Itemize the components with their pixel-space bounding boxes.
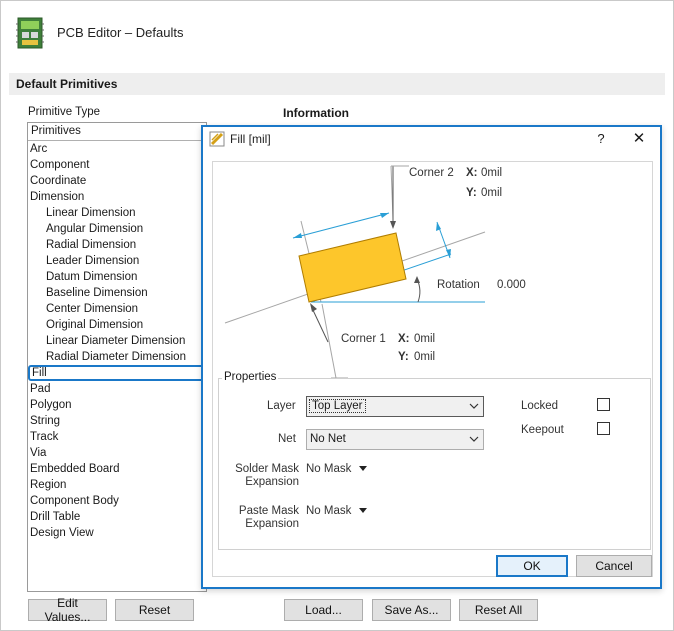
chevron-down-icon xyxy=(469,436,479,442)
list-item[interactable]: Leader Dimension xyxy=(28,253,206,269)
corner2-y-value[interactable]: 0mil xyxy=(481,187,502,199)
corner2-x-label: X: xyxy=(466,167,478,179)
locked-label: Locked xyxy=(521,400,559,412)
list-item[interactable]: Track xyxy=(28,429,206,445)
section-title: Default Primitives xyxy=(16,77,118,91)
paste-mask-label-line2: Expansion xyxy=(245,518,299,530)
reset-button[interactable]: Reset xyxy=(115,599,194,621)
list-item[interactable]: Component xyxy=(28,157,206,173)
list-item[interactable]: Drill Table xyxy=(28,509,206,525)
list-item[interactable]: Pad xyxy=(28,381,206,397)
list-item[interactable]: Linear Diameter Dimension xyxy=(28,333,206,349)
cancel-button[interactable]: Cancel xyxy=(576,555,652,577)
corner2-label: Corner 2 xyxy=(409,167,454,179)
reset-all-label: Reset All xyxy=(474,603,523,617)
fill-tool-icon xyxy=(209,131,225,147)
list-header-label: Primitives xyxy=(31,125,81,137)
list-item[interactable]: Coordinate xyxy=(28,173,206,189)
list-item[interactable]: Angular Dimension xyxy=(28,221,206,237)
layer-value: Top Layer xyxy=(309,399,366,413)
list-item[interactable]: Original Dimension xyxy=(28,317,206,333)
solder-mask-dropdown-icon[interactable] xyxy=(359,466,367,472)
fill-diagram xyxy=(224,165,486,379)
list-item[interactable]: Via xyxy=(28,445,206,461)
edit-values-button[interactable]: Edit Values... xyxy=(28,596,107,624)
save-as-button[interactable]: Save As... xyxy=(372,599,451,621)
save-as-label: Save As... xyxy=(384,603,439,617)
keepout-checkbox[interactable] xyxy=(597,422,610,435)
pcb-editor-icon xyxy=(16,16,44,50)
list-item[interactable]: Arc xyxy=(28,141,206,157)
list-item[interactable]: Fill xyxy=(28,365,206,381)
list-item[interactable]: Region xyxy=(28,477,206,493)
corner1-x-value[interactable]: 0mil xyxy=(414,333,435,345)
load-label: Load... xyxy=(305,603,342,617)
properties-title: Properties xyxy=(222,371,279,383)
list-header[interactable]: Primitives xyxy=(28,123,206,141)
corner1-y-value[interactable]: 0mil xyxy=(414,351,435,363)
help-button[interactable]: ? xyxy=(591,129,611,149)
corner2-x-value[interactable]: 0mil xyxy=(481,167,502,179)
keepout-label: Keepout xyxy=(521,424,564,436)
information-label: Information xyxy=(283,106,349,120)
reset-label: Reset xyxy=(138,603,171,617)
net-value: No Net xyxy=(310,433,346,445)
paste-mask-dropdown-icon[interactable] xyxy=(359,508,367,514)
locked-checkbox[interactable] xyxy=(597,398,610,411)
corner1-y-label: Y: xyxy=(398,351,409,363)
list-item[interactable]: Polygon xyxy=(28,397,206,413)
list-item[interactable]: Design View xyxy=(28,525,206,541)
list-item[interactable]: Radial Dimension xyxy=(28,237,206,253)
reset-all-button[interactable]: Reset All xyxy=(459,599,538,621)
solder-mask-value[interactable]: No Mask xyxy=(306,463,351,475)
list-item[interactable]: Radial Diameter Dimension xyxy=(28,349,206,365)
solder-mask-label-line2: Expansion xyxy=(245,476,299,488)
cancel-label: Cancel xyxy=(595,559,633,573)
close-icon[interactable]: ✕ xyxy=(628,129,650,149)
dialog-title: Fill [mil] xyxy=(230,132,271,146)
rotation-value[interactable]: 0.000 xyxy=(497,279,526,291)
fill-dialog: Fill [mil] ? ✕ Corner 2 X: 0mil Y: 0mil … xyxy=(201,125,662,589)
paste-mask-label: Paste Mask Expansion xyxy=(235,505,299,531)
list-item[interactable]: Center Dimension xyxy=(28,301,206,317)
list-item[interactable]: Embedded Board xyxy=(28,461,206,477)
layer-label: Layer xyxy=(267,400,296,412)
solder-mask-label: Solder Mask Expansion xyxy=(235,463,299,489)
list-item[interactable]: Dimension xyxy=(28,189,206,205)
paste-mask-value[interactable]: No Mask xyxy=(306,505,351,517)
corner1-label: Corner 1 xyxy=(341,333,386,345)
list-item[interactable]: Component Body xyxy=(28,493,206,509)
primitive-list[interactable]: Primitives Arc Component Coordinate Dimensi… xyxy=(27,122,207,592)
list-item[interactable]: Baseline Dimension xyxy=(28,285,206,301)
section-header: Default Primitives xyxy=(9,73,665,95)
corner1-x-label: X: xyxy=(398,333,410,345)
solder-mask-label-line1: Solder Mask xyxy=(235,463,299,475)
primitive-type-label: Primitive Type xyxy=(28,106,101,118)
list-item[interactable]: String xyxy=(28,413,206,429)
window-title: PCB Editor – Defaults xyxy=(57,25,184,40)
chevron-down-icon xyxy=(469,403,479,409)
net-select[interactable]: No Net xyxy=(306,429,484,450)
paste-mask-label-line1: Paste Mask xyxy=(238,505,299,517)
edit-values-label: Edit Values... xyxy=(44,596,91,624)
net-label: Net xyxy=(278,433,296,445)
load-button[interactable]: Load... xyxy=(284,599,363,621)
ok-label: OK xyxy=(523,559,541,573)
list-item[interactable]: Datum Dimension xyxy=(28,269,206,285)
ok-button[interactable]: OK xyxy=(496,555,568,577)
rotation-label: Rotation xyxy=(437,279,480,291)
list-item[interactable]: Linear Dimension xyxy=(28,205,206,221)
corner2-y-label: Y: xyxy=(466,187,477,199)
layer-select[interactable]: Top Layer xyxy=(306,396,484,417)
